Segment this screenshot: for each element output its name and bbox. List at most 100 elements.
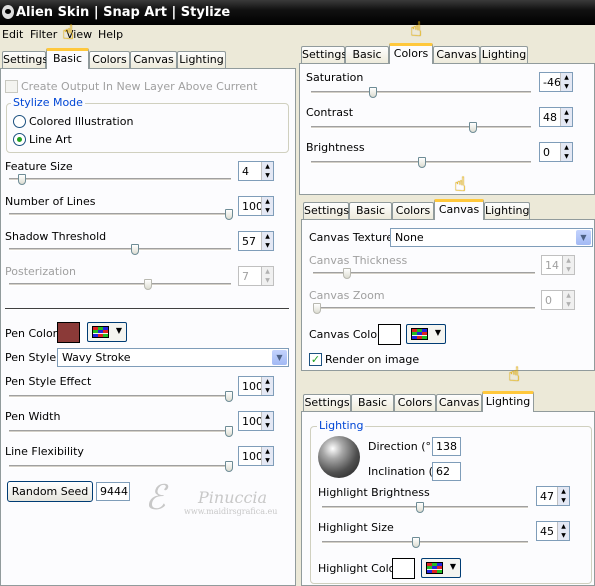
spin-down-icon[interactable]: ▼ — [563, 265, 574, 274]
highlight-size-spinbox[interactable]: 45 ▲ ▼ — [536, 521, 570, 541]
tab-settings[interactable]: Settings — [303, 202, 349, 220]
line-flexibility-slider[interactable] — [225, 461, 233, 472]
color-grid-icon — [411, 328, 428, 340]
highlight-color-palette-button[interactable]: ▼ — [421, 558, 461, 578]
number-of-lines-spinbox[interactable]: 100 ▲ ▼ — [238, 196, 274, 216]
random-seed-button[interactable]: Random Seed — [7, 481, 93, 502]
render-on-image-checkbox[interactable]: ✓ — [309, 353, 322, 366]
tab-lighting[interactable]: Lighting — [177, 51, 226, 69]
highlight-size-slider[interactable] — [412, 537, 420, 548]
tab-settings[interactable]: Settings — [301, 46, 347, 64]
spin-up-icon[interactable]: ▲ — [262, 197, 273, 206]
highlight-brightness-label: Highlight Brightness — [318, 486, 430, 499]
spin-down-icon[interactable]: ▼ — [262, 456, 273, 465]
shadow-threshold-slider[interactable] — [131, 244, 139, 255]
direction-field[interactable]: 138 — [432, 437, 461, 456]
radio-colored-illustration[interactable] — [13, 115, 26, 128]
contrast-slider[interactable] — [469, 122, 477, 133]
spin-down-icon[interactable]: ▼ — [563, 300, 574, 309]
menu-edit[interactable]: Edit — [2, 28, 23, 41]
spin-up-icon[interactable]: ▲ — [558, 487, 569, 496]
spin-down-icon[interactable]: ▼ — [561, 117, 572, 126]
shadow-threshold-spinbox[interactable]: 57 ▲ ▼ — [238, 231, 274, 251]
spin-down-icon[interactable]: ▼ — [561, 152, 572, 161]
tab-basic[interactable]: Basic — [351, 394, 394, 412]
canvas-color-swatch[interactable] — [378, 324, 401, 345]
pen-style-dropdown[interactable]: Wavy Stroke ▼ — [57, 348, 289, 367]
tab-canvas[interactable]: Canvas — [130, 51, 177, 69]
canvas-texture-dropdown[interactable]: None ▼ — [390, 228, 593, 247]
tab-colors[interactable]: Colors — [89, 51, 130, 69]
canvas-zoom-spinbox[interactable]: 0 ▲ ▼ — [541, 290, 575, 310]
highlight-brightness-spinbox[interactable]: 47 ▲ ▼ — [536, 486, 570, 506]
menu-help[interactable]: Help — [98, 28, 123, 41]
spin-up-icon[interactable]: ▲ — [262, 447, 273, 456]
tab-lighting[interactable]: Lighting — [484, 202, 530, 220]
tab-settings[interactable]: Settings — [2, 51, 48, 69]
canvas-thickness-slider[interactable] — [343, 268, 351, 279]
tab-basic[interactable]: Basic — [349, 202, 392, 220]
radio-line-art[interactable] — [13, 133, 26, 146]
canvas-color-palette-button[interactable]: ▼ — [406, 324, 446, 344]
spin-down-icon[interactable]: ▼ — [262, 206, 273, 215]
spin-down-icon[interactable]: ▼ — [262, 421, 273, 430]
tab-colors[interactable]: Colors — [389, 43, 433, 64]
saturation-slider[interactable] — [369, 87, 377, 98]
feature-size-spinbox[interactable]: 4 ▲ ▼ — [238, 161, 274, 181]
spin-down-icon[interactable]: ▼ — [558, 496, 569, 505]
highlight-brightness-slider[interactable] — [416, 502, 424, 513]
tab-canvas[interactable]: Canvas — [436, 394, 482, 412]
posterization-spinbox[interactable]: 7 ▲ ▼ — [238, 266, 274, 286]
pen-color-palette-button[interactable]: ▼ — [87, 322, 127, 342]
pen-width-slider[interactable] — [225, 426, 233, 437]
brightness-slider[interactable] — [418, 157, 426, 168]
chevron-down-icon[interactable]: ▼ — [272, 350, 287, 365]
number-of-lines-slider[interactable] — [225, 209, 233, 220]
tab-canvas[interactable]: Canvas — [434, 199, 484, 220]
spin-up-icon[interactable]: ▲ — [561, 73, 572, 82]
spin-down-icon[interactable]: ▼ — [561, 82, 572, 91]
spin-up-icon[interactable]: ▲ — [262, 267, 273, 276]
tab-colors[interactable]: Colors — [392, 202, 434, 220]
spin-up-icon[interactable]: ▲ — [262, 412, 273, 421]
pen-style-effect-spinbox[interactable]: 100 ▲ ▼ — [238, 376, 274, 396]
tab-canvas[interactable]: Canvas — [433, 46, 480, 64]
canvas-zoom-slider[interactable] — [313, 303, 321, 314]
tab-lighting[interactable]: Lighting — [480, 46, 528, 64]
tab-basic[interactable]: Basic — [46, 48, 89, 69]
inclination-field[interactable]: 62 — [432, 462, 461, 481]
highlight-color-swatch[interactable] — [392, 558, 415, 579]
spin-up-icon[interactable]: ▲ — [561, 108, 572, 117]
pen-color-swatch[interactable] — [57, 322, 80, 343]
pen-style-effect-slider[interactable] — [225, 391, 233, 402]
random-seed-field[interactable]: 9444 — [96, 482, 130, 501]
spin-down-icon[interactable]: ▼ — [262, 241, 273, 250]
spin-up-icon[interactable]: ▲ — [262, 232, 273, 241]
brightness-spinbox[interactable]: 0 ▲ ▼ — [539, 142, 573, 162]
line-flexibility-spinbox[interactable]: 100 ▲ ▼ — [238, 446, 274, 466]
spin-down-icon[interactable]: ▼ — [262, 386, 273, 395]
light-direction-sphere[interactable] — [318, 436, 360, 478]
saturation-spinbox[interactable]: -46 ▲ ▼ — [539, 72, 573, 92]
feature-size-slider[interactable] — [18, 174, 26, 185]
spin-up-icon[interactable]: ▲ — [561, 143, 572, 152]
posterization-slider[interactable] — [144, 279, 152, 290]
chevron-down-icon[interactable]: ▼ — [576, 230, 591, 245]
spin-down-icon[interactable]: ▼ — [262, 276, 273, 285]
spin-up-icon[interactable]: ▲ — [262, 162, 273, 171]
tab-colors[interactable]: Colors — [394, 394, 436, 412]
contrast-spinbox[interactable]: 48 ▲ ▼ — [539, 107, 573, 127]
menu-filter[interactable]: Filter — [30, 28, 57, 41]
spin-up-icon[interactable]: ▲ — [563, 291, 574, 300]
spin-up-icon[interactable]: ▲ — [563, 256, 574, 265]
spin-down-icon[interactable]: ▼ — [558, 531, 569, 540]
spin-up-icon[interactable]: ▲ — [558, 522, 569, 531]
create-output-checkbox[interactable] — [5, 80, 18, 93]
spin-up-icon[interactable]: ▲ — [262, 377, 273, 386]
pen-width-spinbox[interactable]: 100 ▲ ▼ — [238, 411, 274, 431]
spin-down-icon[interactable]: ▼ — [262, 171, 273, 180]
tab-basic[interactable]: Basic — [345, 46, 389, 64]
tab-lighting[interactable]: Lighting — [482, 391, 534, 412]
canvas-thickness-spinbox[interactable]: 14 ▲ ▼ — [541, 255, 575, 275]
tab-settings[interactable]: Settings — [303, 394, 351, 412]
